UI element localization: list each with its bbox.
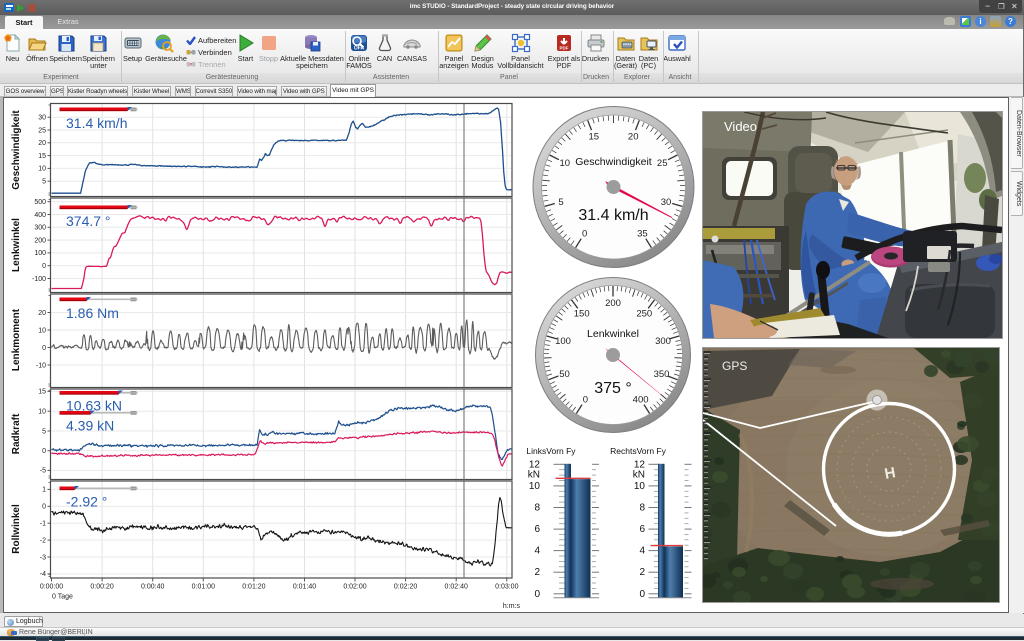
svg-text:0: 0 xyxy=(639,589,645,600)
svg-text:400: 400 xyxy=(633,394,649,405)
svg-text:6: 6 xyxy=(639,524,645,535)
svg-text:350: 350 xyxy=(654,369,670,380)
svg-text:GPS: GPS xyxy=(722,359,747,373)
svg-text:0:02:40: 0:02:40 xyxy=(445,584,468,591)
svg-text:Lenkmoment: Lenkmoment xyxy=(11,308,22,371)
svg-text:20: 20 xyxy=(38,310,46,317)
svg-text:374.7 °: 374.7 ° xyxy=(66,213,111,229)
svg-text:0:01:20: 0:01:20 xyxy=(242,584,265,591)
svg-text:10: 10 xyxy=(529,481,541,492)
svg-text:8: 8 xyxy=(639,503,645,514)
svg-text:-3: -3 xyxy=(40,554,46,561)
svg-text:0: 0 xyxy=(534,589,540,600)
svg-text:150: 150 xyxy=(574,309,590,320)
svg-text:4.39 kN: 4.39 kN xyxy=(66,417,114,433)
svg-text:0: 0 xyxy=(582,228,587,239)
svg-text:-100: -100 xyxy=(32,276,46,283)
svg-text:1: 1 xyxy=(42,487,46,494)
svg-text:15: 15 xyxy=(38,389,46,396)
svg-text:4: 4 xyxy=(534,546,540,557)
svg-text:0: 0 xyxy=(42,504,46,511)
svg-text:10: 10 xyxy=(38,166,46,173)
svg-text:31.4 km/h: 31.4 km/h xyxy=(66,115,127,131)
svg-text:375 °: 375 ° xyxy=(594,380,632,397)
svg-text:0:00:00: 0:00:00 xyxy=(40,584,63,591)
svg-text:30: 30 xyxy=(661,197,672,208)
svg-text:0:00:40: 0:00:40 xyxy=(141,584,164,591)
svg-text:-2.92 °: -2.92 ° xyxy=(66,493,107,509)
svg-text:-4: -4 xyxy=(40,571,46,578)
svg-text:Lenkwinkel: Lenkwinkel xyxy=(11,218,22,272)
svg-text:kN: kN xyxy=(633,470,645,481)
svg-text:0:01:00: 0:01:00 xyxy=(192,584,215,591)
svg-text:Rollwinkel: Rollwinkel xyxy=(11,504,22,554)
svg-text:0: 0 xyxy=(42,345,46,352)
svg-text:-2: -2 xyxy=(40,537,46,544)
svg-text:500: 500 xyxy=(34,199,46,206)
svg-text:RechtsVorn Fy: RechtsVorn Fy xyxy=(610,446,666,456)
svg-text:25: 25 xyxy=(657,158,668,169)
svg-text:5: 5 xyxy=(42,179,46,186)
svg-text:Radkraft: Radkraft xyxy=(11,413,22,454)
svg-text:-1: -1 xyxy=(40,521,46,528)
svg-text:0:03:00: 0:03:00 xyxy=(495,584,518,591)
svg-text:1.86 Nm: 1.86 Nm xyxy=(66,305,119,321)
svg-text:31.4 km/h: 31.4 km/h xyxy=(578,207,648,224)
svg-text:5: 5 xyxy=(558,197,563,208)
svg-text:0:02:20: 0:02:20 xyxy=(394,584,417,591)
svg-text:h:m:s: h:m:s xyxy=(503,603,521,610)
svg-text:200: 200 xyxy=(34,237,46,244)
svg-text:Geschwindigkeit: Geschwindigkeit xyxy=(575,156,652,168)
svg-text:0:01:40: 0:01:40 xyxy=(293,584,316,591)
svg-text:5: 5 xyxy=(42,428,46,435)
svg-text:0: 0 xyxy=(42,263,46,270)
svg-text:Lenkwinkel: Lenkwinkel xyxy=(587,328,639,340)
svg-text:35: 35 xyxy=(637,228,648,239)
svg-text:100: 100 xyxy=(34,250,46,257)
svg-text:300: 300 xyxy=(34,225,46,232)
svg-text:2: 2 xyxy=(534,567,540,578)
svg-text:50: 50 xyxy=(559,369,570,380)
svg-text:0:02:00: 0:02:00 xyxy=(343,584,366,591)
svg-text:4: 4 xyxy=(639,546,645,557)
svg-text:2: 2 xyxy=(639,567,645,578)
svg-text:20: 20 xyxy=(38,140,46,147)
svg-text:30: 30 xyxy=(38,115,46,122)
svg-text:10: 10 xyxy=(38,409,46,416)
svg-text:250: 250 xyxy=(636,309,652,320)
svg-text:LinksVorn Fy: LinksVorn Fy xyxy=(526,446,576,456)
svg-text:10: 10 xyxy=(634,481,646,492)
svg-text:Video: Video xyxy=(724,119,757,134)
svg-text:Geschwindigkeit: Geschwindigkeit xyxy=(11,110,22,190)
svg-text:-10: -10 xyxy=(36,362,46,369)
svg-text:10: 10 xyxy=(38,327,46,334)
svg-text:0: 0 xyxy=(42,448,46,455)
svg-text:kN: kN xyxy=(528,470,540,481)
svg-text:0: 0 xyxy=(583,394,588,405)
svg-text:20: 20 xyxy=(628,131,639,142)
svg-text:0:00:20: 0:00:20 xyxy=(90,584,113,591)
svg-text:15: 15 xyxy=(38,153,46,160)
svg-text:8: 8 xyxy=(534,503,540,514)
svg-text:400: 400 xyxy=(34,212,46,219)
svg-text:6: 6 xyxy=(534,524,540,535)
svg-text:0 Tage: 0 Tage xyxy=(52,594,73,601)
svg-text:10: 10 xyxy=(560,158,571,169)
svg-text:-5: -5 xyxy=(40,468,46,475)
svg-text:25: 25 xyxy=(38,127,46,134)
svg-text:300: 300 xyxy=(655,336,671,347)
svg-text:100: 100 xyxy=(555,336,571,347)
svg-text:15: 15 xyxy=(589,131,600,142)
svg-text:200: 200 xyxy=(605,298,621,309)
